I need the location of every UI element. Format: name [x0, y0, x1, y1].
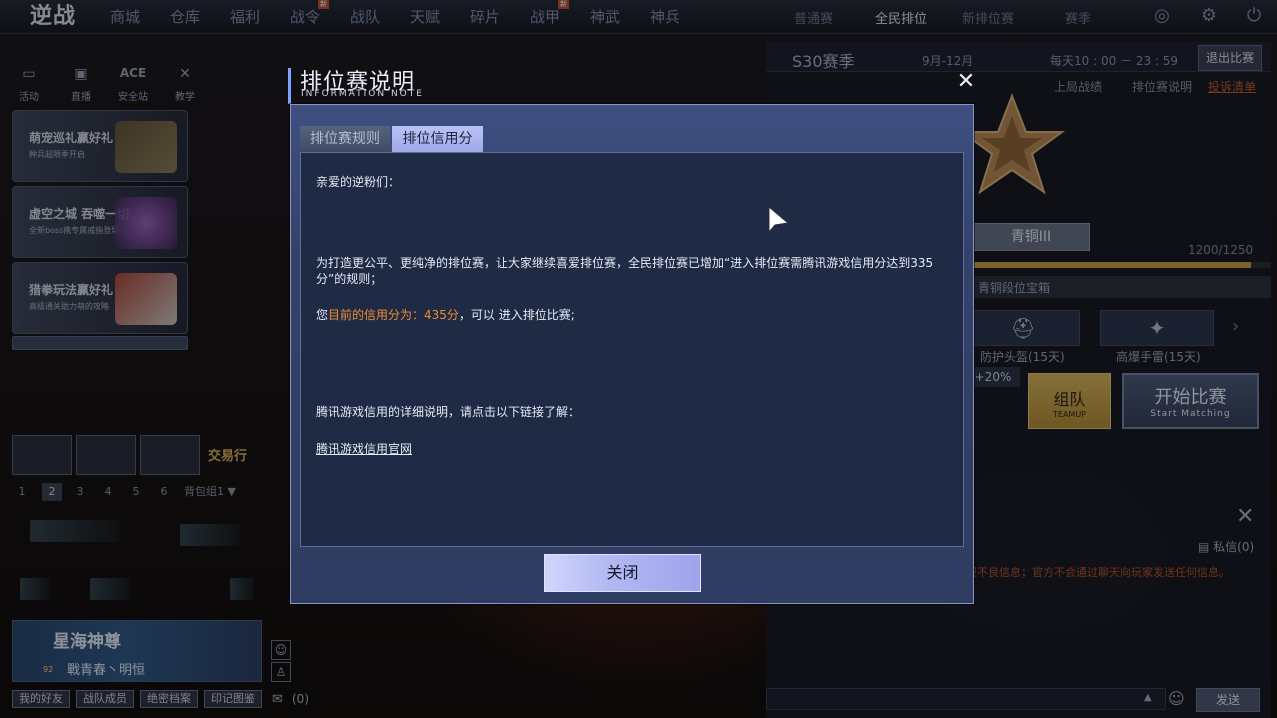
mouse-cursor-icon	[768, 206, 790, 234]
rule-paragraph-line2: 分”的规则；	[316, 272, 383, 286]
score-prefix: 您	[316, 308, 329, 322]
modal-title-en: INFORMATION NOTE	[301, 89, 424, 99]
modal-header: 排位赛说明 INFORMATION NOTE	[288, 64, 968, 104]
credit-score-line: 您目前的信用分为：435分，可以 进入排位比赛;	[316, 307, 575, 323]
credit-official-link[interactable]: 腾讯游戏信用官网	[316, 442, 412, 456]
close-icon[interactable]: ✕	[954, 70, 978, 94]
greeting: 亲爱的逆粉们：	[316, 175, 401, 189]
rule-paragraph-line1: 为打造更公平、更纯净的排位赛，让大家继续喜爱排位赛，全民排位赛已增加“进入排位赛…	[316, 256, 934, 270]
modal-content: 亲爱的逆粉们： 为打造更公平、更纯净的排位赛，让大家继续喜爱排位赛，全民排位赛已…	[300, 152, 964, 547]
link-intro: 腾讯游戏信用的详细说明，请点击以下链接了解：	[316, 405, 581, 419]
credit-score-value: 目前的信用分为：435分	[328, 308, 459, 322]
tab-ranked-rules[interactable]: 排位赛规则	[300, 126, 390, 152]
tab-credit-score[interactable]: 排位信用分	[392, 126, 483, 152]
score-suffix: ，可以 进入排位比赛;	[458, 308, 575, 322]
close-button[interactable]: 关闭	[544, 554, 701, 592]
